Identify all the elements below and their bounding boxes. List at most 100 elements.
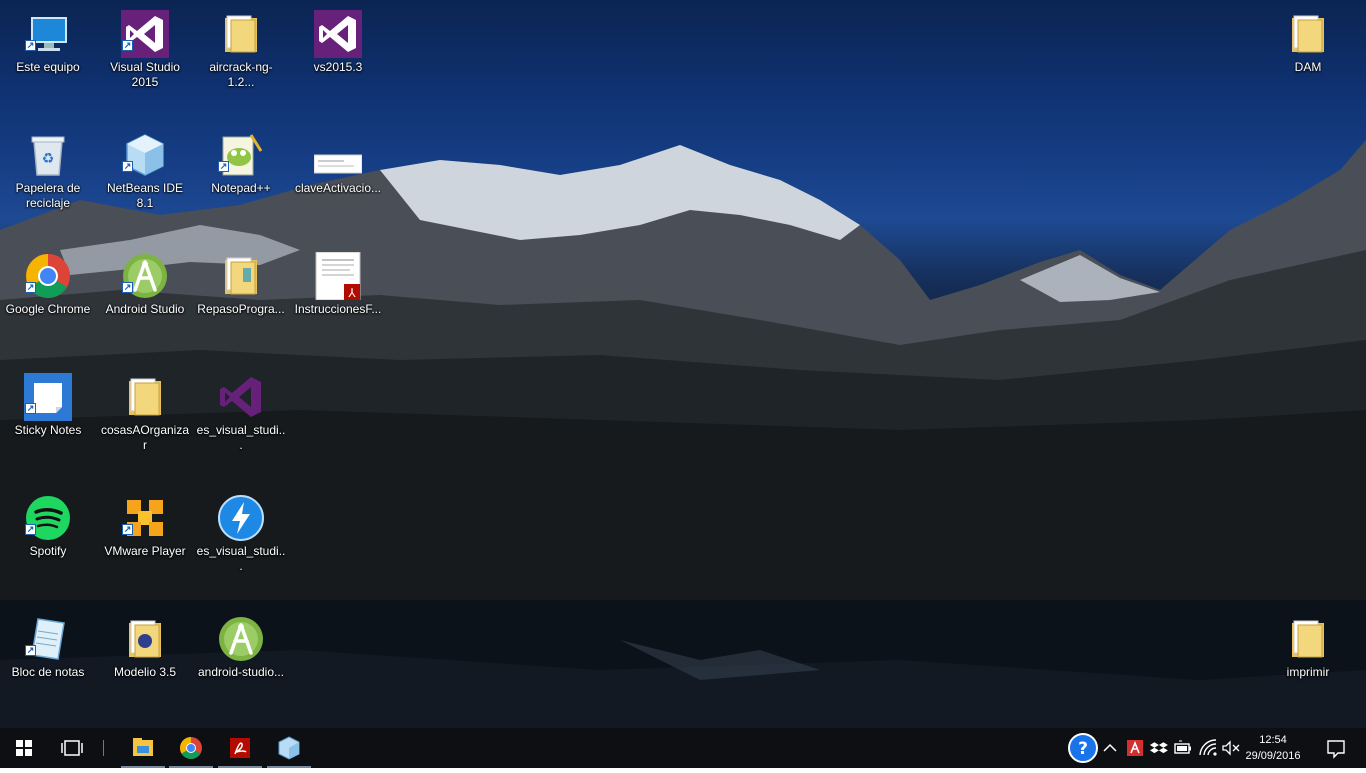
shortcut-arrow-icon: ↗ [122, 524, 133, 535]
installer-icon [218, 495, 264, 541]
desktop-icon-label: aircrack-ng-1.2... [209, 60, 273, 89]
desktop-icon-instrucciones[interactable]: ⅄ InstruccionesF... [293, 244, 383, 352]
desktop-icon-label: es_visual_studi... [196, 423, 286, 452]
desktop-icon-label: cosasAOrganizar [100, 423, 190, 452]
netbeans-icon [278, 736, 300, 760]
desktop-icon-claveactivacion[interactable]: claveActivacio... [293, 123, 383, 231]
battery-tray-button[interactable] [1173, 736, 1193, 760]
folder-icon [1292, 15, 1324, 53]
clock-date: 29/09/2016 [1245, 750, 1301, 762]
desktop[interactable]: ↗ Este equipo ♻ Papelera de reciclaje ↗ … [0, 0, 1366, 728]
taskbar-netbeans[interactable] [265, 728, 313, 768]
chrome-icon [180, 737, 202, 759]
folder-icon [129, 378, 161, 416]
network-tray-button[interactable] [1197, 736, 1219, 760]
desktop-icon-label: es_visual_studi... [196, 544, 286, 573]
desktop-icon-label: Spotify [29, 544, 67, 558]
chevron-up-icon [1103, 743, 1117, 752]
desktop-icon-imprimir[interactable]: imprimir [1263, 607, 1353, 715]
taskbar-divider [103, 740, 104, 756]
taskbar: ? 12:54 29/09/2016 [0, 728, 1366, 768]
dropbox-tray-button[interactable] [1149, 736, 1169, 760]
svg-text:♻: ♻ [42, 151, 55, 167]
desktop-icon-label: Este equipo [16, 60, 80, 74]
desktop-icon-google-chrome[interactable]: ↗ Google Chrome [3, 244, 93, 352]
desktop-icon-label: Google Chrome [5, 302, 91, 316]
action-center-icon [1327, 740, 1345, 759]
desktop-icon-este-equipo[interactable]: ↗ Este equipo [3, 2, 93, 110]
shortcut-arrow-icon: ↗ [25, 40, 36, 51]
desktop-icon-modelio[interactable]: Modelio 3.5 [100, 607, 190, 715]
desktop-icon-papelera[interactable]: ♻ Papelera de reciclaje [3, 123, 93, 231]
shortcut-arrow-icon: ↗ [122, 161, 133, 172]
help-button[interactable]: ? [1067, 732, 1099, 764]
folder-icon [1292, 620, 1324, 658]
task-view-icon [61, 740, 83, 756]
desktop-icon-android-studio[interactable]: ↗ Android Studio [100, 244, 190, 352]
desktop-icon-vs2015-3[interactable]: vs2015.3 [293, 2, 383, 110]
desktop-icon-dam[interactable]: DAM [1263, 2, 1353, 110]
svg-text:?: ? [1078, 739, 1088, 759]
visual-studio-icon [220, 377, 261, 417]
desktop-icon-aircrack[interactable]: aircrack-ng-1.2... [196, 2, 286, 110]
desktop-icon-label: Papelera de reciclaje [15, 181, 81, 210]
shortcut-arrow-icon: ↗ [122, 282, 133, 293]
taskbar-chrome[interactable] [167, 728, 215, 768]
desktop-icon-label: android-studio... [197, 665, 285, 679]
file-explorer-icon [133, 738, 153, 756]
shortcut-arrow-icon: ↗ [218, 161, 229, 172]
shortcut-arrow-icon: ↗ [25, 282, 36, 293]
desktop-icon-label: claveActivacio... [294, 181, 382, 195]
desktop-icon-notepadpp[interactable]: ↗ Notepad++ [196, 123, 286, 231]
desktop-icon-label: RepasoProgra... [197, 302, 285, 316]
desktop-icon-es-visual-studio-2[interactable]: es_visual_studi... [196, 486, 286, 594]
taskbar-acrobat[interactable] [216, 728, 264, 768]
help-icon: ? [1068, 733, 1098, 763]
desktop-icon-cosasaorganizar[interactable]: cosasAOrganizar [100, 365, 190, 473]
desktop-icon-label: InstruccionesF... [294, 302, 382, 316]
desktop-icon-label: Notepad++ [211, 181, 271, 195]
folder-icon [225, 257, 257, 295]
desktop-icon-label: VMware Player [104, 544, 186, 558]
desktop-icon-sticky-notes[interactable]: ↗ Sticky Notes [3, 365, 93, 473]
desktop-icon-visual-studio-2015[interactable]: ↗ Visual Studio 2015 [100, 2, 190, 110]
desktop-icon-netbeans[interactable]: ↗ NetBeans IDE 8.1 [100, 123, 190, 231]
desktop-icon-spotify[interactable]: ↗ Spotify [3, 486, 93, 594]
recycle-bin-icon: ♻ [31, 136, 65, 176]
folder-icon [225, 15, 257, 53]
avira-icon [1127, 740, 1143, 756]
desktop-icon-label: Sticky Notes [14, 423, 82, 437]
desktop-icon-label: NetBeans IDE 8.1 [106, 181, 184, 210]
wifi-icon [1199, 739, 1217, 756]
image-file-icon [314, 154, 362, 174]
show-hidden-icons-button[interactable] [1101, 736, 1119, 760]
desktop-icon-label: Visual Studio 2015 [110, 60, 180, 89]
folder-icon [129, 620, 161, 658]
desktop-icon-label: imprimir [1286, 665, 1330, 679]
shortcut-arrow-icon: ↗ [25, 645, 36, 656]
desktop-icon-label: Android Studio [105, 302, 185, 316]
desktop-icon-label: Modelio 3.5 [113, 665, 177, 679]
pdf-file-icon: ⅄ [315, 252, 361, 300]
desktop-icon-bloc-de-notas[interactable]: ↗ Bloc de notas [3, 607, 93, 715]
svg-text:⅄: ⅄ [347, 286, 356, 300]
android-studio-icon [219, 617, 263, 661]
action-center-button[interactable] [1318, 736, 1354, 760]
desktop-icon-vmware-player[interactable]: ↗ VMware Player [100, 486, 190, 594]
dropbox-icon [1149, 742, 1168, 754]
taskbar-file-explorer[interactable] [119, 728, 167, 768]
desktop-icon-label: DAM [1294, 60, 1322, 74]
avira-tray-button[interactable] [1125, 736, 1145, 760]
desktop-icon-android-studio-installer[interactable]: android-studio... [196, 607, 286, 715]
start-button[interactable] [0, 728, 48, 768]
taskbar-clock[interactable]: 12:54 29/09/2016 [1236, 732, 1310, 764]
shortcut-arrow-icon: ↗ [25, 403, 36, 414]
desktop-icon-label: Bloc de notas [11, 665, 85, 679]
desktop-icon-repasoprogra[interactable]: RepasoProgra... [196, 244, 286, 352]
acrobat-icon [230, 738, 250, 758]
visual-studio-icon [314, 10, 362, 58]
desktop-icon-es-visual-studio-1[interactable]: es_visual_studi... [196, 365, 286, 473]
task-view-button[interactable] [48, 728, 96, 768]
desktop-icon-label: vs2015.3 [313, 60, 363, 74]
shortcut-arrow-icon: ↗ [25, 524, 36, 535]
